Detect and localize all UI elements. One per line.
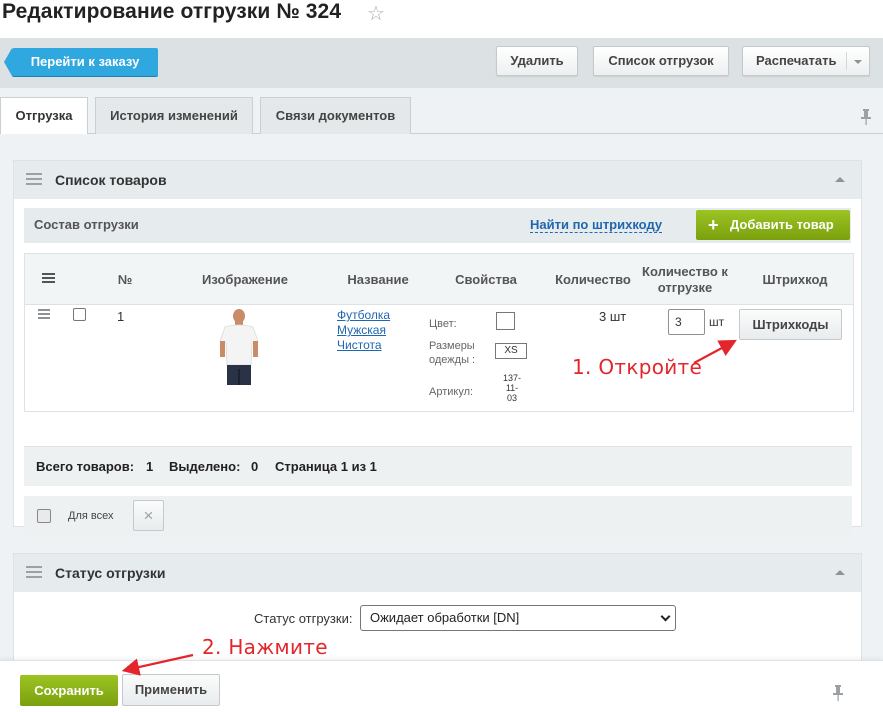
size-value: XS [495, 343, 527, 359]
barcodes-button[interactable]: Штрихкоды [739, 309, 842, 340]
product-name-line-2[interactable]: Мужская [337, 323, 390, 338]
bottom-action-bar: Сохранить Применить [0, 660, 883, 712]
shipment-composition-title: Состав отгрузки [34, 217, 139, 232]
group-action-bar: Для всех × [24, 496, 852, 538]
column-ship-quantity: Количество к отгрузке [642, 264, 728, 295]
annotation-step-1: 1. Откройте [572, 355, 703, 379]
products-card-title: Список товаров [55, 172, 167, 188]
drag-handle-icon[interactable] [38, 309, 50, 321]
column-image: Изображение [202, 272, 288, 287]
divider [846, 52, 847, 70]
tab-document-links[interactable]: Связи документов [260, 97, 411, 134]
color-label: Цвет: [429, 318, 457, 330]
product-name-link[interactable]: Футболка Мужская Чистота [337, 308, 390, 353]
column-properties: Свойства [455, 272, 517, 287]
save-button[interactable]: Сохранить [20, 675, 118, 706]
add-product-button[interactable]: + Добавить товар [696, 210, 850, 240]
shipment-list-button[interactable]: Список отгрузок [593, 46, 729, 76]
product-name-line-3[interactable]: Чистота [337, 338, 390, 353]
quantity-value: 3 шт [599, 309, 627, 324]
ship-quantity-unit: шт [709, 315, 725, 329]
tab-shipment[interactable]: Отгрузка [0, 97, 88, 135]
menu-icon[interactable] [26, 566, 42, 578]
table-header: № Изображение Название Свойства Количест… [25, 254, 853, 305]
toolbar: Перейти к заказу Удалить Список отгрузок… [0, 38, 883, 88]
plus-icon: + [708, 215, 719, 235]
selected-value: 0 [251, 459, 259, 474]
product-name-line-1[interactable]: Футболка [337, 308, 390, 323]
status-select-value: Ожидает обработки [DN] [370, 610, 520, 625]
article-label: Артикул: [429, 386, 474, 398]
apply-button[interactable]: Применить [122, 674, 220, 706]
products-table: № Изображение Название Свойства Количест… [24, 253, 854, 412]
tabs-bar: Отгрузка История изменений Связи докумен… [0, 88, 883, 135]
find-by-barcode-link[interactable]: Найти по штрихкоду [530, 217, 663, 233]
row-checkbox[interactable] [73, 308, 86, 321]
page-indicator: Страница 1 из 1 [275, 459, 377, 474]
article-value-line-3: 03 [506, 393, 517, 403]
menu-icon[interactable] [26, 173, 42, 185]
go-to-order-button[interactable]: Перейти к заказу [4, 48, 158, 76]
select-all-checkbox[interactable] [37, 509, 51, 523]
ship-quantity-input[interactable]: 3 [668, 309, 705, 335]
article-value-line-1: 137- [502, 373, 521, 383]
print-button-label: Распечатать [756, 53, 837, 68]
article-value: 137- 11- 03 [501, 373, 523, 403]
collapse-icon[interactable] [835, 570, 845, 575]
column-number: № [117, 272, 133, 287]
delete-button[interactable]: Удалить [496, 46, 578, 76]
table-footer: Всего товаров: 1 Выделено: 0 Страница 1 … [24, 446, 852, 486]
status-select[interactable]: Ожидает обработки [DN] [360, 605, 676, 631]
add-product-label: Добавить товар [730, 217, 834, 232]
size-label: Размеры одежды : [429, 340, 476, 366]
star-icon[interactable]: ☆ [367, 1, 385, 26]
shipment-composition-header: Состав отгрузки Найти по штрихкоду + Доб… [24, 208, 851, 243]
column-quantity: Количество [555, 272, 631, 287]
row-number: 1 [117, 309, 125, 324]
chevron-down-icon [854, 60, 862, 64]
pin-icon[interactable] [861, 109, 871, 125]
status-card-title: Статус отгрузки [55, 565, 166, 581]
table-row: 1 Футболка Мужская Чистота Цвет: Размеры… [25, 305, 853, 411]
content-area: Список товаров Состав отгрузки Найти по … [0, 134, 883, 663]
for-all-label: Для всех [68, 510, 114, 522]
column-barcode: Штрихкод [762, 272, 828, 287]
tab-history[interactable]: История изменений [95, 97, 253, 134]
chevron-down-icon [660, 611, 671, 622]
status-card-header: Статус отгрузки [14, 554, 861, 592]
annotation-step-2: 2. Нажмите [202, 635, 328, 659]
total-value: 1 [146, 459, 154, 474]
page-title-bar: Редактирование отгрузки № 324 ☆ [0, 0, 883, 38]
color-swatch [496, 312, 515, 330]
status-field-label: Статус отгрузки: [254, 611, 353, 626]
column-settings-icon[interactable] [42, 273, 55, 285]
print-button[interactable]: Распечатать [742, 46, 870, 76]
article-value-line-2: 11- [505, 383, 519, 393]
selected-label: Выделено: [169, 459, 241, 474]
pin-icon[interactable] [833, 685, 843, 701]
close-icon[interactable]: × [133, 500, 164, 531]
page-title: Редактирование отгрузки № 324 [2, 0, 342, 23]
collapse-icon[interactable] [835, 177, 845, 182]
column-name: Название [347, 272, 409, 287]
total-label: Всего товаров: [36, 459, 135, 474]
products-card: Список товаров Состав отгрузки Найти по … [13, 160, 862, 538]
product-image[interactable] [215, 307, 263, 389]
products-card-header: Список товаров [14, 161, 861, 199]
status-card: Статус отгрузки Статус отгрузки: Ожидает… [13, 553, 862, 663]
